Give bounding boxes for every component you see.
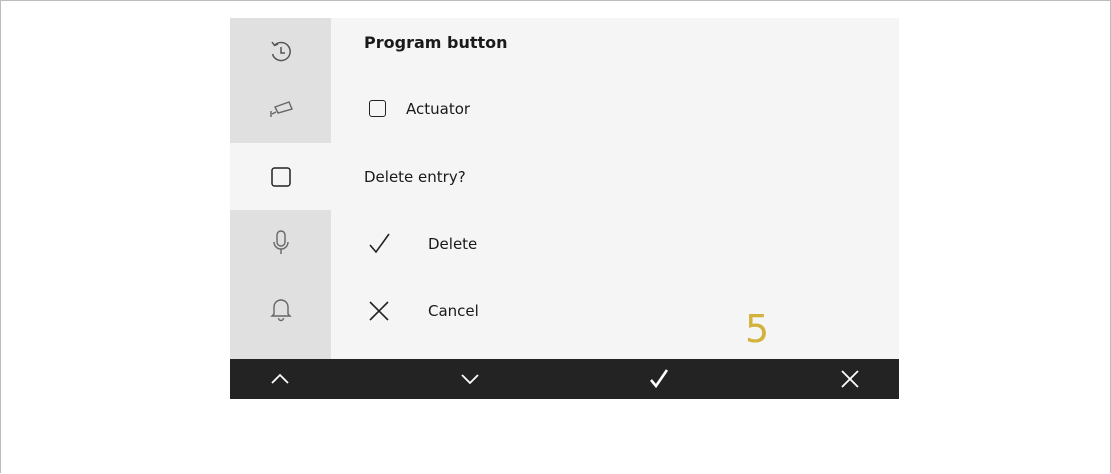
sidebar-item-camera[interactable] <box>230 75 331 142</box>
device-screen: Program button Actuator Delete entry? De… <box>230 18 899 399</box>
camera-icon <box>269 100 293 117</box>
sidebar-item-bell[interactable] <box>230 275 331 342</box>
checkmark-icon <box>650 369 669 389</box>
delete-prompt: Delete entry? <box>364 168 466 186</box>
page-title: Program button <box>364 33 508 52</box>
actuator-checkbox[interactable] <box>369 100 386 117</box>
up-button[interactable] <box>250 359 310 399</box>
history-icon <box>270 41 291 61</box>
square-icon <box>270 166 291 187</box>
close-button[interactable] <box>820 359 880 399</box>
bottom-navigation-bar <box>230 359 899 399</box>
step-number-annotation: 5 <box>745 307 770 351</box>
bell-icon <box>269 298 292 321</box>
checkmark-icon <box>369 233 390 254</box>
microphone-icon <box>272 229 289 254</box>
close-icon <box>841 370 859 388</box>
content-panel: Program button Actuator Delete entry? De… <box>331 18 899 359</box>
delete-prompt-row: Delete entry? <box>331 158 899 198</box>
sidebar-item-microphone[interactable] <box>230 209 331 276</box>
actuator-label: Actuator <box>406 100 471 118</box>
sidebar-item-square[interactable] <box>230 143 331 210</box>
cancel-option[interactable]: Cancel <box>331 292 899 332</box>
actuator-checkbox-row[interactable]: Actuator <box>331 90 899 130</box>
sidebar <box>230 18 331 359</box>
chevron-up-icon <box>271 373 289 384</box>
close-icon <box>369 301 389 321</box>
cancel-label: Cancel <box>428 302 479 320</box>
delete-label: Delete <box>428 235 478 253</box>
delete-option[interactable]: Delete <box>331 225 899 265</box>
chevron-down-icon <box>461 374 479 385</box>
down-button[interactable] <box>440 359 500 399</box>
confirm-button[interactable] <box>629 359 689 399</box>
